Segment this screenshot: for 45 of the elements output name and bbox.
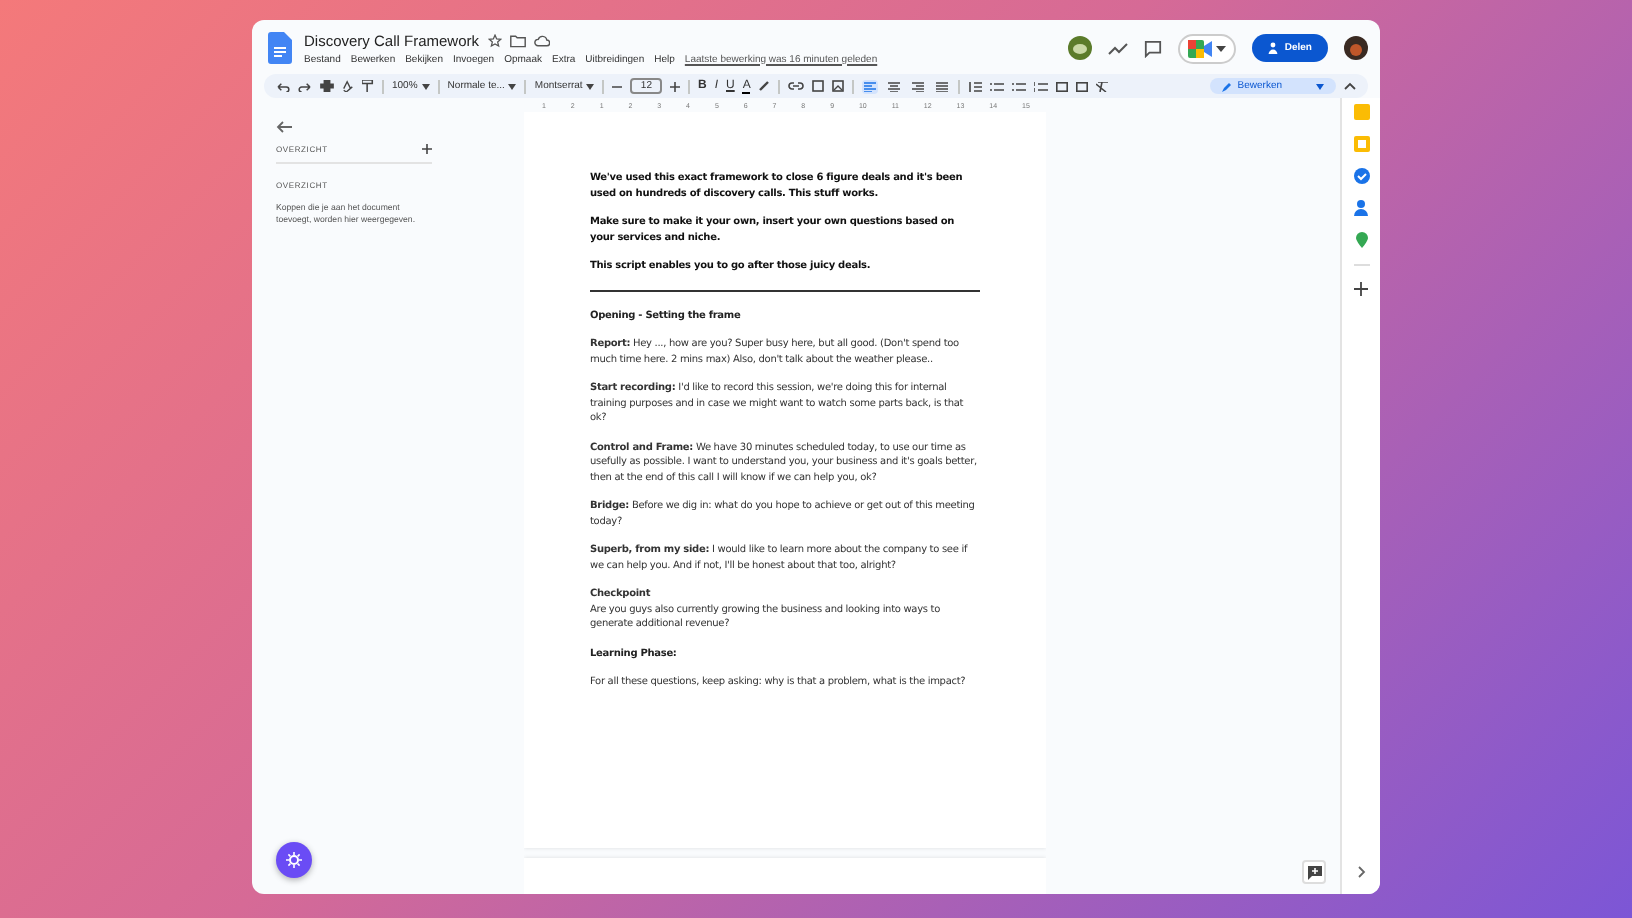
map-pin-icon[interactable]	[1355, 232, 1367, 248]
plus-icon[interactable]	[1354, 282, 1368, 296]
chevron-right-icon[interactable]	[1357, 866, 1365, 878]
redo-icon[interactable]	[298, 81, 312, 91]
minus-icon[interactable]	[612, 81, 623, 91]
trend-icon[interactable]	[1108, 40, 1129, 56]
caret-icon	[1316, 83, 1324, 89]
caret-icon	[1216, 45, 1227, 51]
numbered-list-icon[interactable]	[1034, 81, 1049, 91]
avatar-icon[interactable]	[1068, 36, 1093, 60]
contacts-icon[interactable]	[1354, 200, 1368, 216]
account-avatar-icon[interactable]	[1344, 36, 1368, 60]
tasks-check-icon[interactable]	[1353, 168, 1369, 184]
pencil-icon	[1221, 81, 1232, 91]
align-left-icon[interactable]	[862, 79, 879, 93]
image-icon[interactable]	[832, 80, 845, 92]
person-icon	[1268, 42, 1279, 54]
highlighter-icon[interactable]	[758, 80, 771, 92]
clear-formatting-icon[interactable]	[1096, 81, 1109, 91]
meet-button[interactable]	[1178, 33, 1237, 63]
undo-icon[interactable]	[276, 81, 290, 91]
link-icon[interactable]	[788, 82, 805, 90]
justify-icon[interactable]	[934, 79, 951, 93]
caret-icon	[421, 83, 430, 89]
comment-icon[interactable]	[1144, 39, 1163, 57]
collapse-icon[interactable]	[1344, 82, 1356, 90]
star-icon[interactable]	[487, 33, 502, 47]
caret-icon	[508, 83, 517, 89]
line-spacing-icon[interactable]	[968, 81, 983, 91]
add-comment-button[interactable]	[1302, 860, 1326, 884]
checklist-icon[interactable]	[990, 81, 1005, 91]
video-camera-icon	[1188, 39, 1213, 57]
align-right-icon[interactable]	[910, 79, 927, 93]
plus-icon[interactable]	[669, 81, 680, 91]
document-icon	[268, 32, 292, 64]
cloud-icon[interactable]	[533, 33, 550, 47]
bulleted-list-icon[interactable]	[1012, 81, 1027, 91]
caret-icon	[586, 83, 595, 89]
folder-icon[interactable]	[509, 33, 526, 47]
gear-icon	[286, 852, 302, 868]
back-arrow-icon[interactable]	[276, 120, 292, 134]
plus-icon[interactable]	[422, 144, 432, 154]
gemini-button[interactable]	[276, 842, 312, 878]
align-center-icon[interactable]	[886, 79, 903, 93]
paint-format-icon[interactable]	[362, 80, 374, 92]
